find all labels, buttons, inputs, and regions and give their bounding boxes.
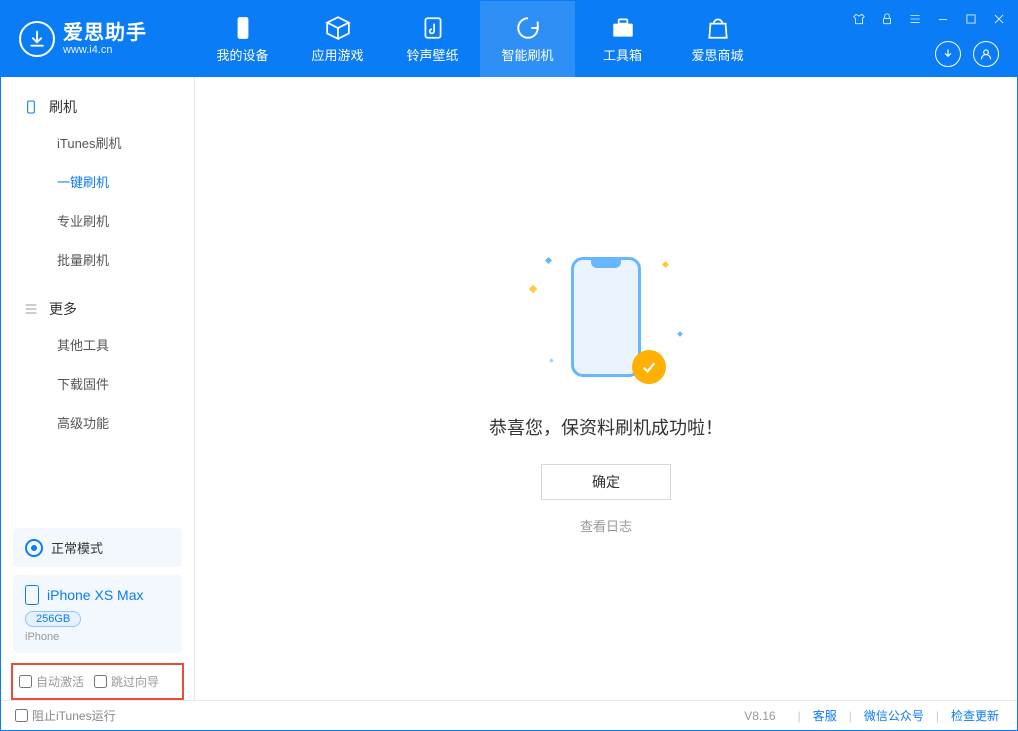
window-controls xyxy=(849,9,1009,29)
maximize-icon[interactable] xyxy=(961,9,981,29)
auto-activate-input[interactable] xyxy=(19,675,32,688)
tab-label: 铃声壁纸 xyxy=(406,45,458,64)
minimize-icon[interactable] xyxy=(933,9,953,29)
skip-guide-checkbox[interactable]: 跳过向导 xyxy=(94,673,159,690)
success-message: 恭喜您，保资料刷机成功啦！ xyxy=(489,414,723,440)
close-icon[interactable] xyxy=(989,9,1009,29)
success-illustration xyxy=(526,242,686,392)
tab-my-device[interactable]: 我的设备 xyxy=(195,1,290,77)
sidebar-item-batch-flash[interactable]: 批量刷机 xyxy=(1,240,194,279)
phone-mini-icon xyxy=(25,585,39,605)
checkbox-label: 阻止iTunes运行 xyxy=(32,707,116,724)
device-storage-badge: 256GB xyxy=(25,611,81,627)
tab-smart-flash[interactable]: 智能刷机 xyxy=(480,1,575,77)
checkbox-label: 自动激活 xyxy=(36,673,84,690)
tab-store[interactable]: 爱思商城 xyxy=(670,1,765,77)
sidebar-item-itunes-flash[interactable]: iTunes刷机 xyxy=(1,123,194,162)
tab-ringtones-wallpapers[interactable]: 铃声壁纸 xyxy=(385,1,480,77)
cube-icon xyxy=(325,15,351,41)
sidebar-group-flash: 刷机 xyxy=(1,91,194,123)
block-itunes-input[interactable] xyxy=(15,709,28,722)
shirt-icon[interactable] xyxy=(849,9,869,29)
toolbox-icon xyxy=(610,15,636,41)
device-mode-status[interactable]: 正常模式 xyxy=(13,528,182,567)
tab-toolbox[interactable]: 工具箱 xyxy=(575,1,670,77)
ok-button[interactable]: 确定 xyxy=(541,464,671,500)
version-label: V8.16 xyxy=(744,709,775,723)
skip-guide-input[interactable] xyxy=(94,675,107,688)
view-log-link[interactable]: 查看日志 xyxy=(580,516,632,535)
main-content: 恭喜您，保资料刷机成功啦！ 确定 查看日志 xyxy=(195,77,1017,700)
header-tabs: 我的设备 应用游戏 铃声壁纸 智能刷机 工具箱 爱思商城 xyxy=(195,1,765,77)
sidebar-item-download-firmware[interactable]: 下载固件 xyxy=(1,364,194,403)
mode-label: 正常模式 xyxy=(51,538,103,557)
download-icon[interactable] xyxy=(935,41,961,67)
tab-label: 智能刷机 xyxy=(501,45,553,64)
device-icon xyxy=(230,15,256,41)
device-card[interactable]: iPhone XS Max 256GB iPhone xyxy=(13,575,182,653)
phone-icon xyxy=(23,99,39,115)
logo: 爱思助手 www.i4.cn xyxy=(1,21,195,57)
sidebar-item-pro-flash[interactable]: 专业刷机 xyxy=(1,201,194,240)
status-bar: 阻止iTunes运行 V8.16 | 客服 | 微信公众号 | 检查更新 xyxy=(1,700,1017,730)
block-itunes-checkbox[interactable]: 阻止iTunes运行 xyxy=(15,707,116,724)
app-header: 爱思助手 www.i4.cn 我的设备 应用游戏 铃声壁纸 智能刷机 工具箱 爱… xyxy=(1,1,1017,77)
tab-label: 我的设备 xyxy=(216,45,268,64)
bag-icon xyxy=(705,15,731,41)
sidebar-item-other-tools[interactable]: 其他工具 xyxy=(1,325,194,364)
lock-icon[interactable] xyxy=(877,9,897,29)
sidebar-group-title: 刷机 xyxy=(49,97,77,117)
sidebar-group-more: 更多 xyxy=(1,293,194,325)
check-update-link[interactable]: 检查更新 xyxy=(947,707,1003,724)
tab-apps-games[interactable]: 应用游戏 xyxy=(290,1,385,77)
tab-label: 应用游戏 xyxy=(311,45,363,64)
logo-icon xyxy=(19,21,55,57)
mode-icon xyxy=(25,539,43,557)
sidebar-item-advanced[interactable]: 高级功能 xyxy=(1,403,194,442)
tab-label: 工具箱 xyxy=(603,45,642,64)
wechat-link[interactable]: 微信公众号 xyxy=(860,707,928,724)
success-check-icon xyxy=(632,350,666,384)
header-actions xyxy=(935,41,999,67)
menu-icon[interactable] xyxy=(905,9,925,29)
app-subtitle: www.i4.cn xyxy=(63,44,147,56)
sidebar: 刷机 iTunes刷机 一键刷机 专业刷机 批量刷机 更多 其他工具 下载固件 … xyxy=(1,77,195,700)
tab-label: 爱思商城 xyxy=(691,45,743,64)
device-type: iPhone xyxy=(25,631,170,643)
auto-activate-checkbox[interactable]: 自动激活 xyxy=(19,673,84,690)
flash-options-highlight: 自动激活 跳过向导 xyxy=(11,663,184,700)
sidebar-item-onekey-flash[interactable]: 一键刷机 xyxy=(1,162,194,201)
customer-service-link[interactable]: 客服 xyxy=(809,707,841,724)
sidebar-group-title: 更多 xyxy=(49,299,77,319)
phone-illustration-icon xyxy=(571,257,641,377)
checkbox-label: 跳过向导 xyxy=(111,673,159,690)
app-title: 爱思助手 xyxy=(63,22,147,44)
refresh-shield-icon xyxy=(515,15,541,41)
user-icon[interactable] xyxy=(973,41,999,67)
music-file-icon xyxy=(420,15,446,41)
list-icon xyxy=(23,301,39,317)
device-name: iPhone XS Max xyxy=(47,587,144,603)
